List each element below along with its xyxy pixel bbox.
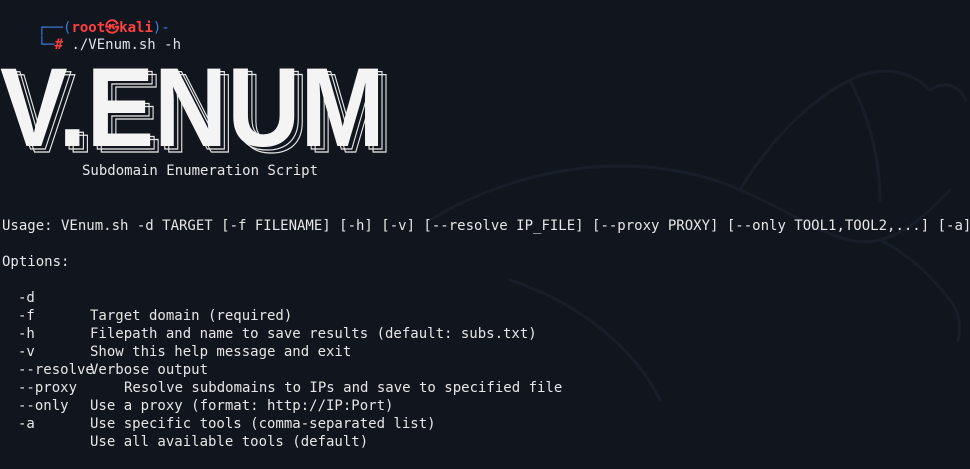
option-description: Filepath and name to save results (defau… [90, 326, 537, 342]
usage-line: Usage: VEnum.sh -d TARGET [-f FILENAME] … [2, 218, 970, 234]
option-description: Show this help message and exit [90, 344, 352, 360]
logo-text: V.ENUM [0, 50, 385, 162]
kali-dragon-watermark [428, 69, 968, 402]
banner-subtitle: Subdomain Enumeration Script [82, 163, 319, 179]
option-flag: -a [18, 416, 35, 432]
option-row: -a Use all available tools (default) [0, 397, 368, 469]
option-description: Use all available tools (default) [90, 434, 369, 450]
option-description: Use a proxy (format: http://IP:Port) [90, 398, 394, 414]
venum-logo-banner: V.ENUM V.ENUM V.ENUM [0, 50, 393, 162]
option-description: Target domain (required) [90, 308, 293, 324]
options-header: Options: [2, 254, 70, 270]
option-description: Use specific tools (comma-separated list… [90, 416, 436, 432]
option-description: Resolve subdomains to IPs and save to sp… [124, 380, 563, 396]
terminal-window[interactable]: ┌──(root㉿kali)- └─# ./VEnum.sh -h V.ENUM… [0, 0, 970, 450]
option-description: Verbose output [90, 362, 209, 378]
